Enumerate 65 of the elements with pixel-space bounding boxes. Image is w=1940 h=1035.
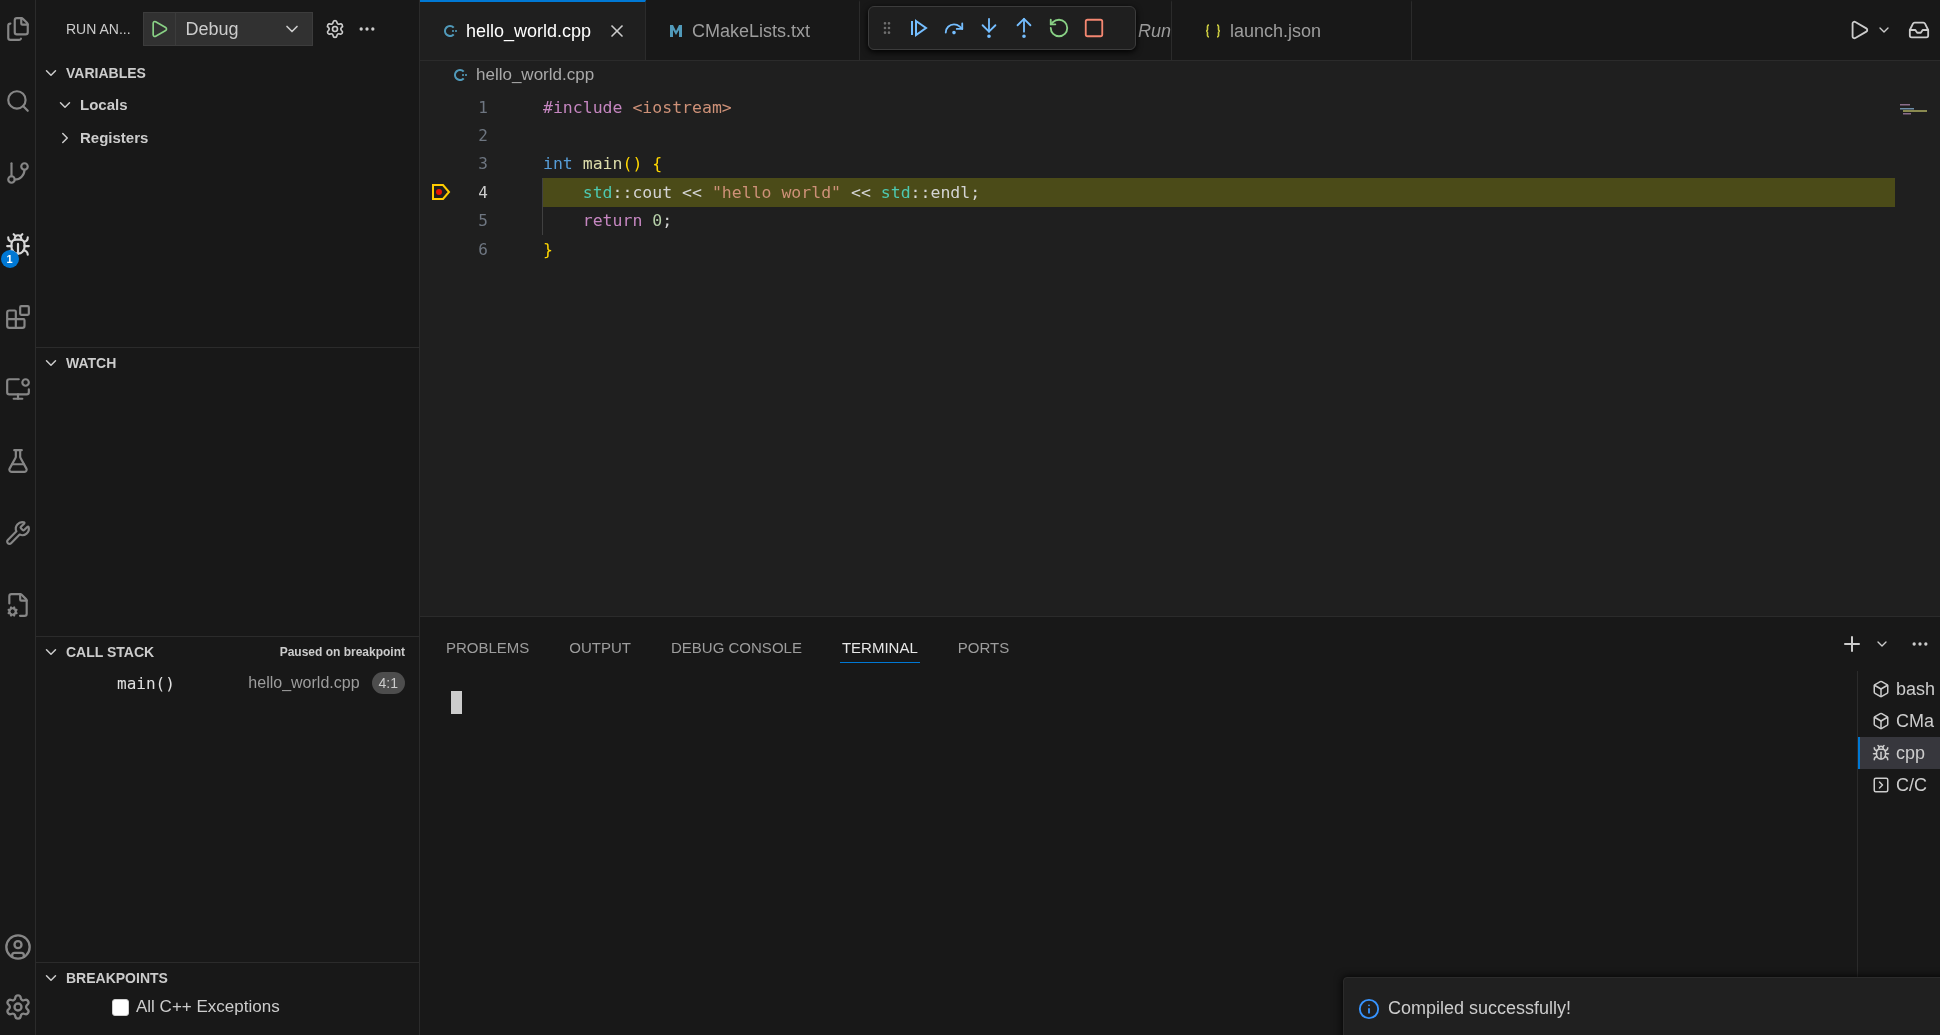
terminal-item[interactable]: cpp xyxy=(1858,737,1940,769)
frame-file: hello_world.cpp xyxy=(248,674,360,692)
panel-tab[interactable]: PROBLEMS xyxy=(444,631,532,663)
settings-icon[interactable] xyxy=(324,19,345,39)
continue-icon[interactable] xyxy=(908,17,930,39)
line-number: 5 xyxy=(477,211,488,231)
code-line: } xyxy=(542,238,554,261)
terminal-item[interactable]: CMa xyxy=(1858,705,1940,737)
bug-icon xyxy=(1872,744,1890,762)
notification-message: Compiled successfully! xyxy=(1388,998,1572,1019)
files-icon[interactable] xyxy=(4,16,31,42)
line-number: 1 xyxy=(477,97,488,117)
info-icon xyxy=(1358,998,1380,1020)
section-header[interactable]: CALL STACK Paused on breakpoint xyxy=(36,637,419,667)
checkbox[interactable] xyxy=(112,998,129,1016)
config-name: Debug xyxy=(185,18,239,40)
panel-tab[interactable]: PORTS xyxy=(955,631,1012,663)
terminal-item[interactable]: C/C xyxy=(1858,769,1940,801)
debug-status: Paused on breakpoint xyxy=(279,645,405,659)
sidebar-title: RUN AN... xyxy=(66,21,131,37)
blocks-icon[interactable] xyxy=(4,304,31,330)
panel-tab[interactable]: DEBUG CONSOLE xyxy=(669,631,804,663)
stop-icon[interactable] xyxy=(1083,17,1105,39)
frame-function: main() xyxy=(117,673,175,693)
tree-item[interactable]: Registers xyxy=(36,121,419,154)
braces-icon xyxy=(1204,23,1222,39)
section-header[interactable]: VARIABLES xyxy=(36,58,419,88)
account-icon[interactable] xyxy=(3,933,32,961)
cpp-file-icon xyxy=(452,67,468,83)
tray-icon[interactable] xyxy=(1908,19,1930,41)
restart-icon[interactable] xyxy=(1048,17,1070,39)
settings-icon[interactable] xyxy=(3,993,32,1021)
search-icon[interactable] xyxy=(4,88,31,114)
breadcrumb[interactable]: hello_world.cpp xyxy=(476,65,595,85)
play-icon xyxy=(149,19,170,39)
m-letter-icon xyxy=(668,23,684,39)
code-line: return 0; xyxy=(542,206,1895,235)
code-line: #include <iostream> xyxy=(542,96,733,119)
cpp-file-icon xyxy=(442,23,458,39)
editor-tab[interactable]: hello_world.cpp xyxy=(420,0,646,60)
branch-icon[interactable] xyxy=(4,160,31,186)
section-header[interactable]: BREAKPOINTS xyxy=(36,963,419,993)
terminal-box-icon xyxy=(1872,680,1890,698)
panel-tab[interactable]: TERMINAL xyxy=(839,631,920,663)
line-number: 2 xyxy=(477,126,488,146)
terminal-box-icon xyxy=(1872,712,1890,730)
code-line: int main() { xyxy=(542,153,664,176)
position-badge: 4:1 xyxy=(371,672,405,694)
count-badge: 1 xyxy=(0,250,19,268)
breakpoint-label: All C++ Exceptions xyxy=(136,997,280,1017)
terminal-cursor xyxy=(451,691,462,714)
line-number: 3 xyxy=(477,154,488,174)
line-number: 4 xyxy=(477,182,488,202)
stack-frame[interactable]: main() hello_world.cpp 4:1 xyxy=(36,667,419,699)
panel-tab[interactable]: OUTPUT xyxy=(567,631,634,663)
wrench-icon[interactable] xyxy=(4,520,31,546)
launch-config-dropdown[interactable]: Debug xyxy=(142,12,313,46)
terminal-icon xyxy=(1872,776,1890,794)
line-number: 6 xyxy=(477,239,488,259)
minimap[interactable] xyxy=(1900,101,1930,113)
terminal-item[interactable]: bash xyxy=(1858,673,1940,705)
section-header[interactable]: WATCH xyxy=(36,348,419,378)
editor-tab[interactable]: Run xyxy=(1136,0,1172,60)
tree-item[interactable]: Locals xyxy=(36,88,419,121)
monitor-icon[interactable] xyxy=(4,376,31,402)
